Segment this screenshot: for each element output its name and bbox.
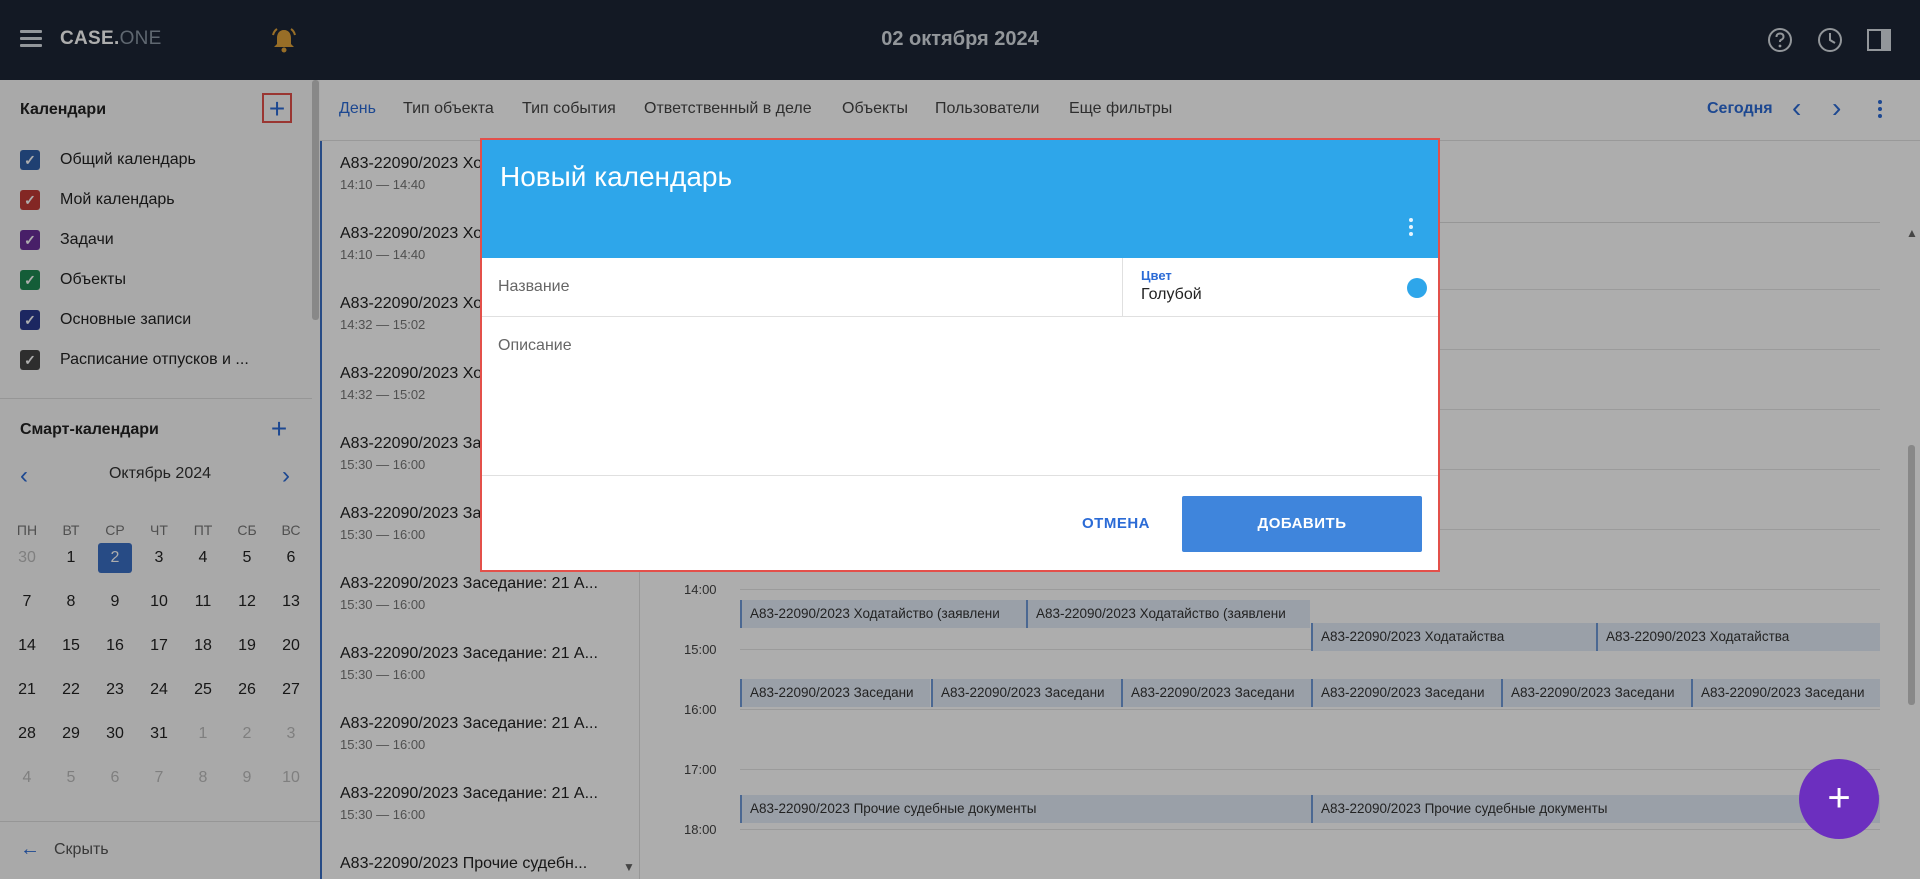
new-calendar-dialog: Новый календарь Название Цвет Голубой Оп… <box>480 138 1440 572</box>
color-label: Цвет <box>1141 268 1172 283</box>
name-placeholder: Название <box>498 278 570 295</box>
calendar-name-field[interactable]: Название <box>482 258 1123 317</box>
cancel-button[interactable]: ОТМЕНА <box>1042 496 1190 552</box>
more-vert-icon[interactable] <box>1408 218 1414 240</box>
dialog-header: Новый календарь <box>482 140 1438 258</box>
color-value: Голубой <box>1141 286 1202 303</box>
color-select[interactable]: Цвет Голубой <box>1123 258 1438 317</box>
calendar-description-field[interactable]: Описание <box>482 317 1438 476</box>
color-swatch <box>1407 278 1427 298</box>
add-button[interactable]: ДОБАВИТЬ <box>1182 496 1422 552</box>
dialog-title: Новый календарь <box>500 161 733 192</box>
add-event-fab[interactable]: + <box>1799 759 1879 839</box>
description-placeholder: Описание <box>498 337 572 354</box>
